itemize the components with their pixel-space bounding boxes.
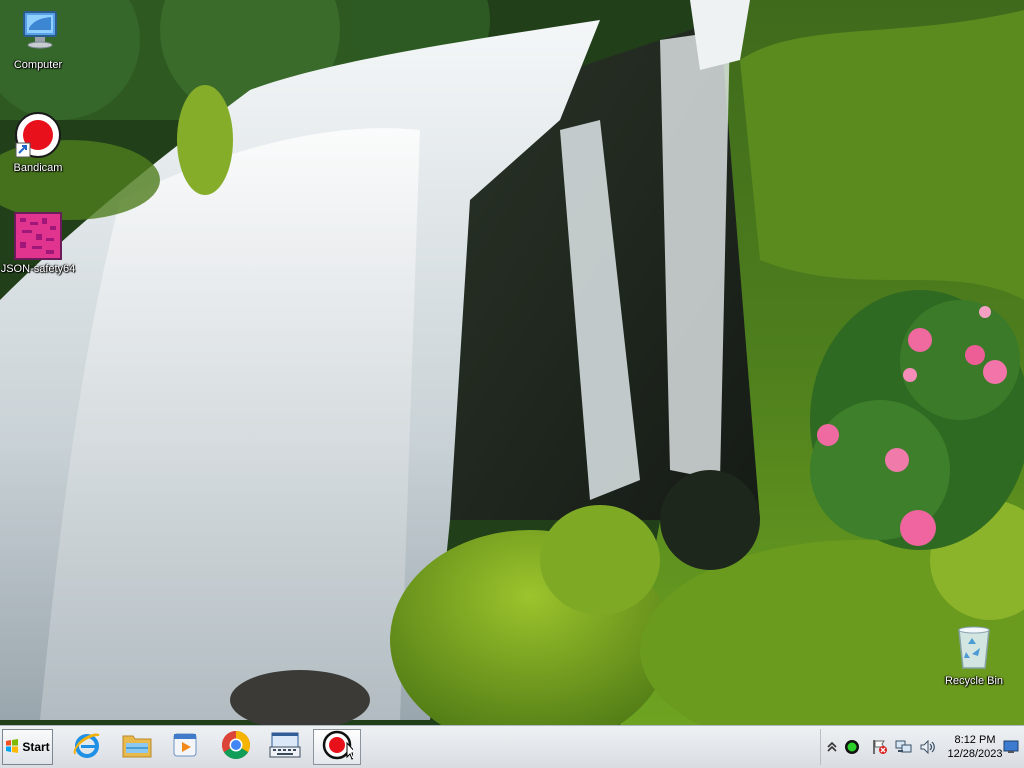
clock-date: 12/28/2023 [947, 748, 1003, 760]
taskbar-on-screen-keyboard[interactable] [264, 729, 306, 765]
desktop-icon-label: Computer [13, 59, 63, 71]
action-center-flag-icon[interactable] [871, 738, 889, 756]
windows-logo-icon [5, 738, 19, 756]
desktop-icon-json-safety64[interactable]: JSON-safety64 [0, 212, 76, 275]
media-player-icon [170, 730, 200, 765]
bandicam-status-icon[interactable] [843, 738, 861, 756]
on-screen-keyboard-icon [269, 730, 301, 765]
taskbar-file-explorer[interactable] [116, 729, 158, 765]
start-button[interactable]: Start [2, 729, 53, 765]
desktop-icon-bandicam[interactable]: Bandicam [0, 111, 76, 174]
desktop-icon-label: Recycle Bin [944, 675, 1004, 687]
bandicam-icon [14, 111, 62, 159]
desktop-icon-label: Bandicam [13, 162, 63, 174]
taskbar: Start 8:12 PM 12/28/2023 [0, 725, 1024, 768]
taskbar-chrome[interactable] [215, 729, 257, 765]
desktop-wallpaper [0, 0, 1024, 725]
json-file-icon [14, 212, 62, 260]
recycle-bin-icon [950, 624, 998, 672]
taskbar-internet-explorer[interactable] [66, 729, 108, 765]
desktop-icon-label: JSON-safety64 [0, 263, 76, 275]
show-hidden-icons-chevron[interactable] [823, 738, 841, 756]
network-icon[interactable] [895, 738, 913, 756]
desktop-icon-recycle-bin[interactable]: Recycle Bin [936, 624, 1012, 687]
bandicam-icon [321, 729, 358, 766]
desktop-icon-computer[interactable]: Computer [0, 8, 76, 71]
taskbar-bandicam[interactable] [313, 729, 361, 765]
volume-icon[interactable] [919, 738, 937, 756]
taskbar-clock[interactable]: 8:12 PM 12/28/2023 [945, 733, 1005, 761]
system-tray: 8:12 PM 12/28/2023 [820, 729, 1022, 765]
start-label: Start [22, 740, 50, 754]
chrome-icon [220, 729, 252, 766]
computer-icon [14, 8, 62, 56]
taskbar-media-player[interactable] [164, 729, 206, 765]
internet-explorer-icon [72, 730, 102, 765]
clock-time: 8:12 PM [954, 734, 996, 746]
show-desktop-icon[interactable] [1003, 738, 1019, 756]
file-explorer-icon [121, 730, 153, 765]
